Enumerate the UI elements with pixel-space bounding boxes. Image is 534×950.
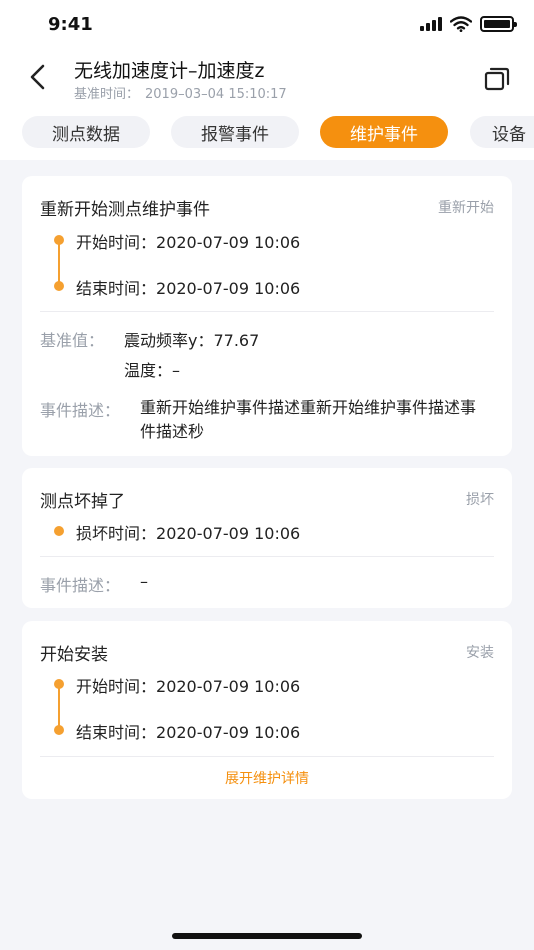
end-time-value: 2020-07-09 10:06 xyxy=(156,723,301,742)
status-icons xyxy=(420,16,517,32)
start-time: 开始时间：2020-07-09 10:06 xyxy=(76,229,300,253)
timeline-dot-damage xyxy=(54,526,64,536)
end-time-value: 2020-07-09 10:06 xyxy=(156,279,301,298)
expand-maintenance-details-link[interactable]: 展开维护详情 xyxy=(22,768,512,788)
timeline-line xyxy=(58,684,60,730)
end-time: 结束时间：2020-07-09 10:06 xyxy=(76,719,300,743)
top-bar: 9:41 无线加速度计–加速度z 基准时间： 2019–03–04 15:10:1… xyxy=(0,0,534,160)
cellular-signal-icon xyxy=(420,17,442,31)
description-value: – xyxy=(140,572,148,591)
event-card-install[interactable]: 开始安装 安装 开始时间：2020-07-09 10:06 结束时间：2020-… xyxy=(22,621,512,799)
timeline-dot-start xyxy=(54,679,64,689)
status-time: 9:41 xyxy=(48,14,93,35)
damage-time-value: 2020-07-09 10:06 xyxy=(156,524,301,543)
tab-bar: 测点数据 报警事件 维护事件 设备 xyxy=(0,116,534,150)
description-label: 事件描述： xyxy=(40,576,121,595)
end-time-label: 结束时间： xyxy=(76,279,157,298)
event-title: 重新开始测点维护事件 xyxy=(40,200,210,220)
event-title: 测点坏掉了 xyxy=(40,492,125,512)
tab-point-data[interactable]: 测点数据 xyxy=(22,116,150,148)
damage-time: 损坏时间：2020-07-09 10:06 xyxy=(76,520,300,544)
tab-maintenance-events[interactable]: 维护事件 xyxy=(320,116,448,148)
baseline-item-name: 震动频率y： xyxy=(124,331,214,350)
event-tag: 重新开始 xyxy=(438,200,494,216)
divider xyxy=(40,556,494,557)
nav-bar: 无线加速度计–加速度z 基准时间： 2019–03–04 15:10:17 xyxy=(0,50,534,106)
baseline-label: 基准值： xyxy=(40,331,105,350)
battery-icon xyxy=(480,16,517,32)
multi-window-icon[interactable] xyxy=(482,64,512,94)
description-value: 重新开始维护事件描述重新开始维护事件描述事件描述秒 xyxy=(140,398,477,441)
event-tag: 损坏 xyxy=(466,492,494,508)
baseline-time: 基准时间： 2019–03–04 15:10:17 xyxy=(74,83,287,102)
timeline-dot-start xyxy=(54,235,64,245)
page-title: 无线加速度计–加速度z xyxy=(74,60,265,82)
start-time-value: 2020-07-09 10:06 xyxy=(156,677,301,696)
baseline-item-vibration: 震动频率y：77.67 xyxy=(124,327,259,351)
timeline-dot-end xyxy=(54,725,64,735)
timeline-line xyxy=(58,240,60,286)
tab-device[interactable]: 设备 xyxy=(470,116,534,148)
end-time: 结束时间：2020-07-09 10:06 xyxy=(76,275,300,299)
home-indicator xyxy=(172,933,362,939)
start-time-label: 开始时间： xyxy=(76,233,157,252)
start-time-label: 开始时间： xyxy=(76,677,157,696)
damage-time-label: 损坏时间： xyxy=(76,524,157,543)
event-title: 开始安装 xyxy=(40,645,108,665)
baseline-item-temperature: 温度：– xyxy=(124,357,180,381)
baseline-time-label: 基准时间： xyxy=(74,87,140,102)
start-time: 开始时间：2020-07-09 10:06 xyxy=(76,673,300,697)
baseline-item-name: 温度： xyxy=(124,361,173,380)
baseline-item-value: 77.67 xyxy=(213,331,260,350)
end-time-label: 结束时间： xyxy=(76,723,157,742)
tab-alarm-events[interactable]: 报警事件 xyxy=(171,116,299,148)
divider xyxy=(40,756,494,757)
event-card-restart[interactable]: 重新开始测点维护事件 重新开始 开始时间：2020-07-09 10:06 结束… xyxy=(22,176,512,456)
back-chevron-icon[interactable] xyxy=(24,62,54,92)
timeline-dot-end xyxy=(54,281,64,291)
start-time-value: 2020-07-09 10:06 xyxy=(156,233,301,252)
baseline-item-value: – xyxy=(172,361,181,380)
description-label: 事件描述： xyxy=(40,401,121,420)
event-card-damage[interactable]: 测点坏掉了 损坏 损坏时间：2020-07-09 10:06 事件描述： – xyxy=(22,468,512,608)
baseline-time-value: 2019–03–04 15:10:17 xyxy=(145,87,287,102)
divider xyxy=(40,311,494,312)
status-bar: 9:41 xyxy=(0,0,534,50)
battery-fill xyxy=(484,20,510,28)
wifi-icon xyxy=(450,16,472,32)
event-tag: 安装 xyxy=(466,645,494,661)
